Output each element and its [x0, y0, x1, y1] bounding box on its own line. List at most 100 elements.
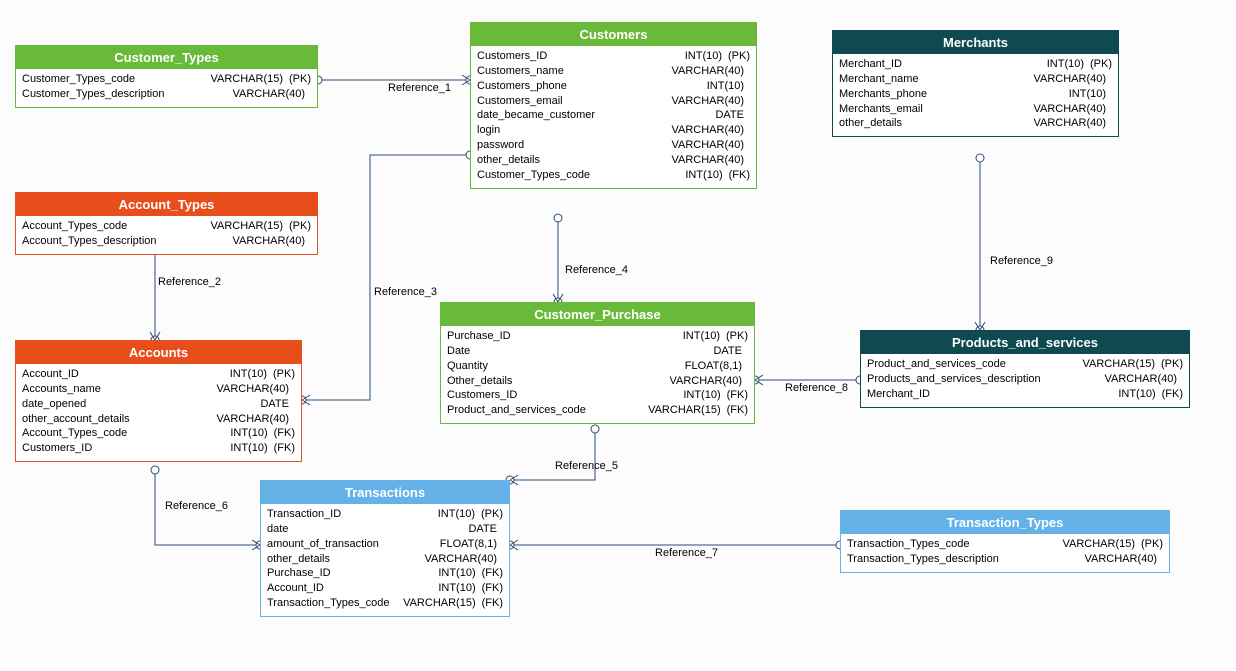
- field-type: VARCHAR(40): [216, 382, 289, 397]
- field-row: Other_details VARCHAR(40): [447, 374, 748, 389]
- field-row: other_account_details VARCHAR(40): [22, 412, 295, 427]
- entity-accounts[interactable]: Accounts Account_IDINT(10)(PK)Accounts_n…: [15, 340, 302, 462]
- field-key: (PK): [1090, 57, 1112, 72]
- field-row: date_opened DATE: [22, 397, 295, 412]
- entity-transactions[interactable]: Transactions Transaction_IDINT(10)(PK)da…: [260, 480, 510, 617]
- field-key: (PK): [1141, 537, 1163, 552]
- field-row: Product_and_services_codeVARCHAR(15)(FK): [447, 403, 748, 418]
- entity-fields: Account_Types_codeVARCHAR(15)(PK)Account…: [16, 216, 317, 254]
- field-name: Account_Types_code: [22, 219, 204, 234]
- entity-account-types[interactable]: Account_Types Account_Types_code VARCHAR(…: [15, 192, 318, 255]
- field-name: Date: [447, 344, 707, 359]
- field-type: DATE: [715, 108, 744, 123]
- field-row: Account_Types_codeINT(10)(FK): [22, 426, 295, 441]
- entity-customer-purchase[interactable]: Customer_Purchase Purchase_IDINT(10)(PK)…: [440, 302, 755, 424]
- field-type: VARCHAR(40): [669, 374, 742, 389]
- field-name: Customers_ID: [477, 49, 679, 64]
- field-type: VARCHAR(40): [671, 123, 744, 138]
- field-row: passwordVARCHAR(40): [477, 138, 750, 153]
- field-row: DateDATE: [447, 344, 748, 359]
- field-type: VARCHAR(40): [671, 94, 744, 109]
- field-type: INT(10): [683, 388, 720, 403]
- field-type: VARCHAR(40): [216, 412, 289, 427]
- ref-label-5: Reference_5: [555, 460, 618, 472]
- field-type: INT(10): [230, 367, 267, 382]
- field-type: VARCHAR(15): [648, 403, 721, 418]
- field-key: (FK): [727, 403, 748, 418]
- field-row: Transaction_Types_descriptionVARCHAR(40): [847, 552, 1163, 567]
- ref-label-9: Reference_9: [990, 255, 1053, 267]
- field-type: FLOAT(8,1): [685, 359, 742, 374]
- field-key: (PK): [289, 72, 311, 87]
- field-row: Customers_phone INT(10): [477, 79, 750, 94]
- field-row: Transaction_IDINT(10)(PK): [267, 507, 503, 522]
- entity-products-and-services[interactable]: Products_and_services Product_and_servic…: [860, 330, 1190, 408]
- field-key: (FK): [274, 441, 295, 456]
- field-name: amount_of_transaction: [267, 537, 434, 552]
- entity-fields: Transaction_IDINT(10)(PK)dateDATEamount_…: [261, 504, 509, 616]
- field-type: VARCHAR(15): [210, 219, 283, 234]
- entity-transaction-types[interactable]: Transaction_Types Transaction_Types_code…: [840, 510, 1170, 573]
- field-row: other_detailsVARCHAR(40): [477, 153, 750, 168]
- field-row: Customers_emailVARCHAR(40): [477, 94, 750, 109]
- field-type: DATE: [468, 522, 497, 537]
- field-row: Account_Types_description VARCHAR(40): [22, 234, 311, 249]
- field-key: (PK): [273, 367, 295, 382]
- field-name: other_details: [267, 552, 418, 567]
- field-name: date: [267, 522, 462, 537]
- field-type: VARCHAR(15): [210, 72, 283, 87]
- field-type: INT(10): [707, 79, 744, 94]
- field-type: DATE: [260, 397, 289, 412]
- entity-title: Account_Types: [16, 193, 317, 216]
- field-name: Customer_Types_code: [477, 168, 679, 183]
- field-row: Purchase_IDINT(10)(PK): [447, 329, 748, 344]
- field-type: VARCHAR(40): [1033, 116, 1106, 131]
- entity-merchants[interactable]: Merchants Merchant_IDINT(10)(PK)Merchant…: [832, 30, 1119, 137]
- field-row: Quantity FLOAT(8,1): [447, 359, 748, 374]
- field-row: Merchant_nameVARCHAR(40): [839, 72, 1112, 87]
- ref-label-1: Reference_1: [388, 82, 451, 94]
- entity-fields: Account_IDINT(10)(PK)Accounts_nameVARCHA…: [16, 364, 301, 461]
- field-key: (PK): [481, 507, 503, 522]
- entity-customer-types[interactable]: Customer_Types Customer_Types_codeVARCHA…: [15, 45, 318, 108]
- field-type: VARCHAR(15): [1082, 357, 1155, 372]
- field-type: INT(10): [685, 168, 722, 183]
- field-key: (PK): [289, 219, 311, 234]
- field-key: (FK): [482, 581, 503, 596]
- field-type: INT(10): [230, 441, 267, 456]
- field-type: INT(10): [438, 581, 475, 596]
- entity-title: Customers: [471, 23, 756, 46]
- field-name: Account_Types_code: [22, 426, 224, 441]
- field-type: VARCHAR(40): [1104, 372, 1177, 387]
- field-name: Quantity: [447, 359, 679, 374]
- entity-fields: Customer_Types_codeVARCHAR(15)(PK)Custom…: [16, 69, 317, 107]
- entity-title: Customer_Purchase: [441, 303, 754, 326]
- field-row: Accounts_nameVARCHAR(40): [22, 382, 295, 397]
- field-name: Account_Types_description: [22, 234, 226, 249]
- field-name: Customers_phone: [477, 79, 701, 94]
- entity-title: Transactions: [261, 481, 509, 504]
- field-row: loginVARCHAR(40): [477, 123, 750, 138]
- field-row: date DATE: [267, 522, 503, 537]
- field-row: Account_IDINT(10)(PK): [22, 367, 295, 382]
- field-name: Merchant_name: [839, 72, 1027, 87]
- field-row: Merchant_IDINT(10)(FK): [867, 387, 1183, 402]
- field-name: date_opened: [22, 397, 254, 412]
- entity-fields: Product_and_services_codeVARCHAR(15)(PK)…: [861, 354, 1189, 407]
- field-name: Customer_Types_description: [22, 87, 226, 102]
- field-type: VARCHAR(40): [1033, 102, 1106, 117]
- field-key: (FK): [482, 566, 503, 581]
- field-name: Products_and_services_description: [867, 372, 1098, 387]
- field-name: Other_details: [447, 374, 663, 389]
- field-name: Purchase_ID: [447, 329, 677, 344]
- field-type: VARCHAR(40): [232, 234, 305, 249]
- entity-customers[interactable]: Customers Customers_IDINT(10)(PK)Custome…: [470, 22, 757, 189]
- field-key: (FK): [727, 388, 748, 403]
- field-name: other_details: [477, 153, 665, 168]
- field-name: Account_ID: [267, 581, 432, 596]
- field-name: Transaction_Types_code: [267, 596, 397, 611]
- field-row: amount_of_transactionFLOAT(8,1): [267, 537, 503, 552]
- field-name: other_account_details: [22, 412, 210, 427]
- entity-title: Products_and_services: [861, 331, 1189, 354]
- field-row: Merchants_phoneINT(10): [839, 87, 1112, 102]
